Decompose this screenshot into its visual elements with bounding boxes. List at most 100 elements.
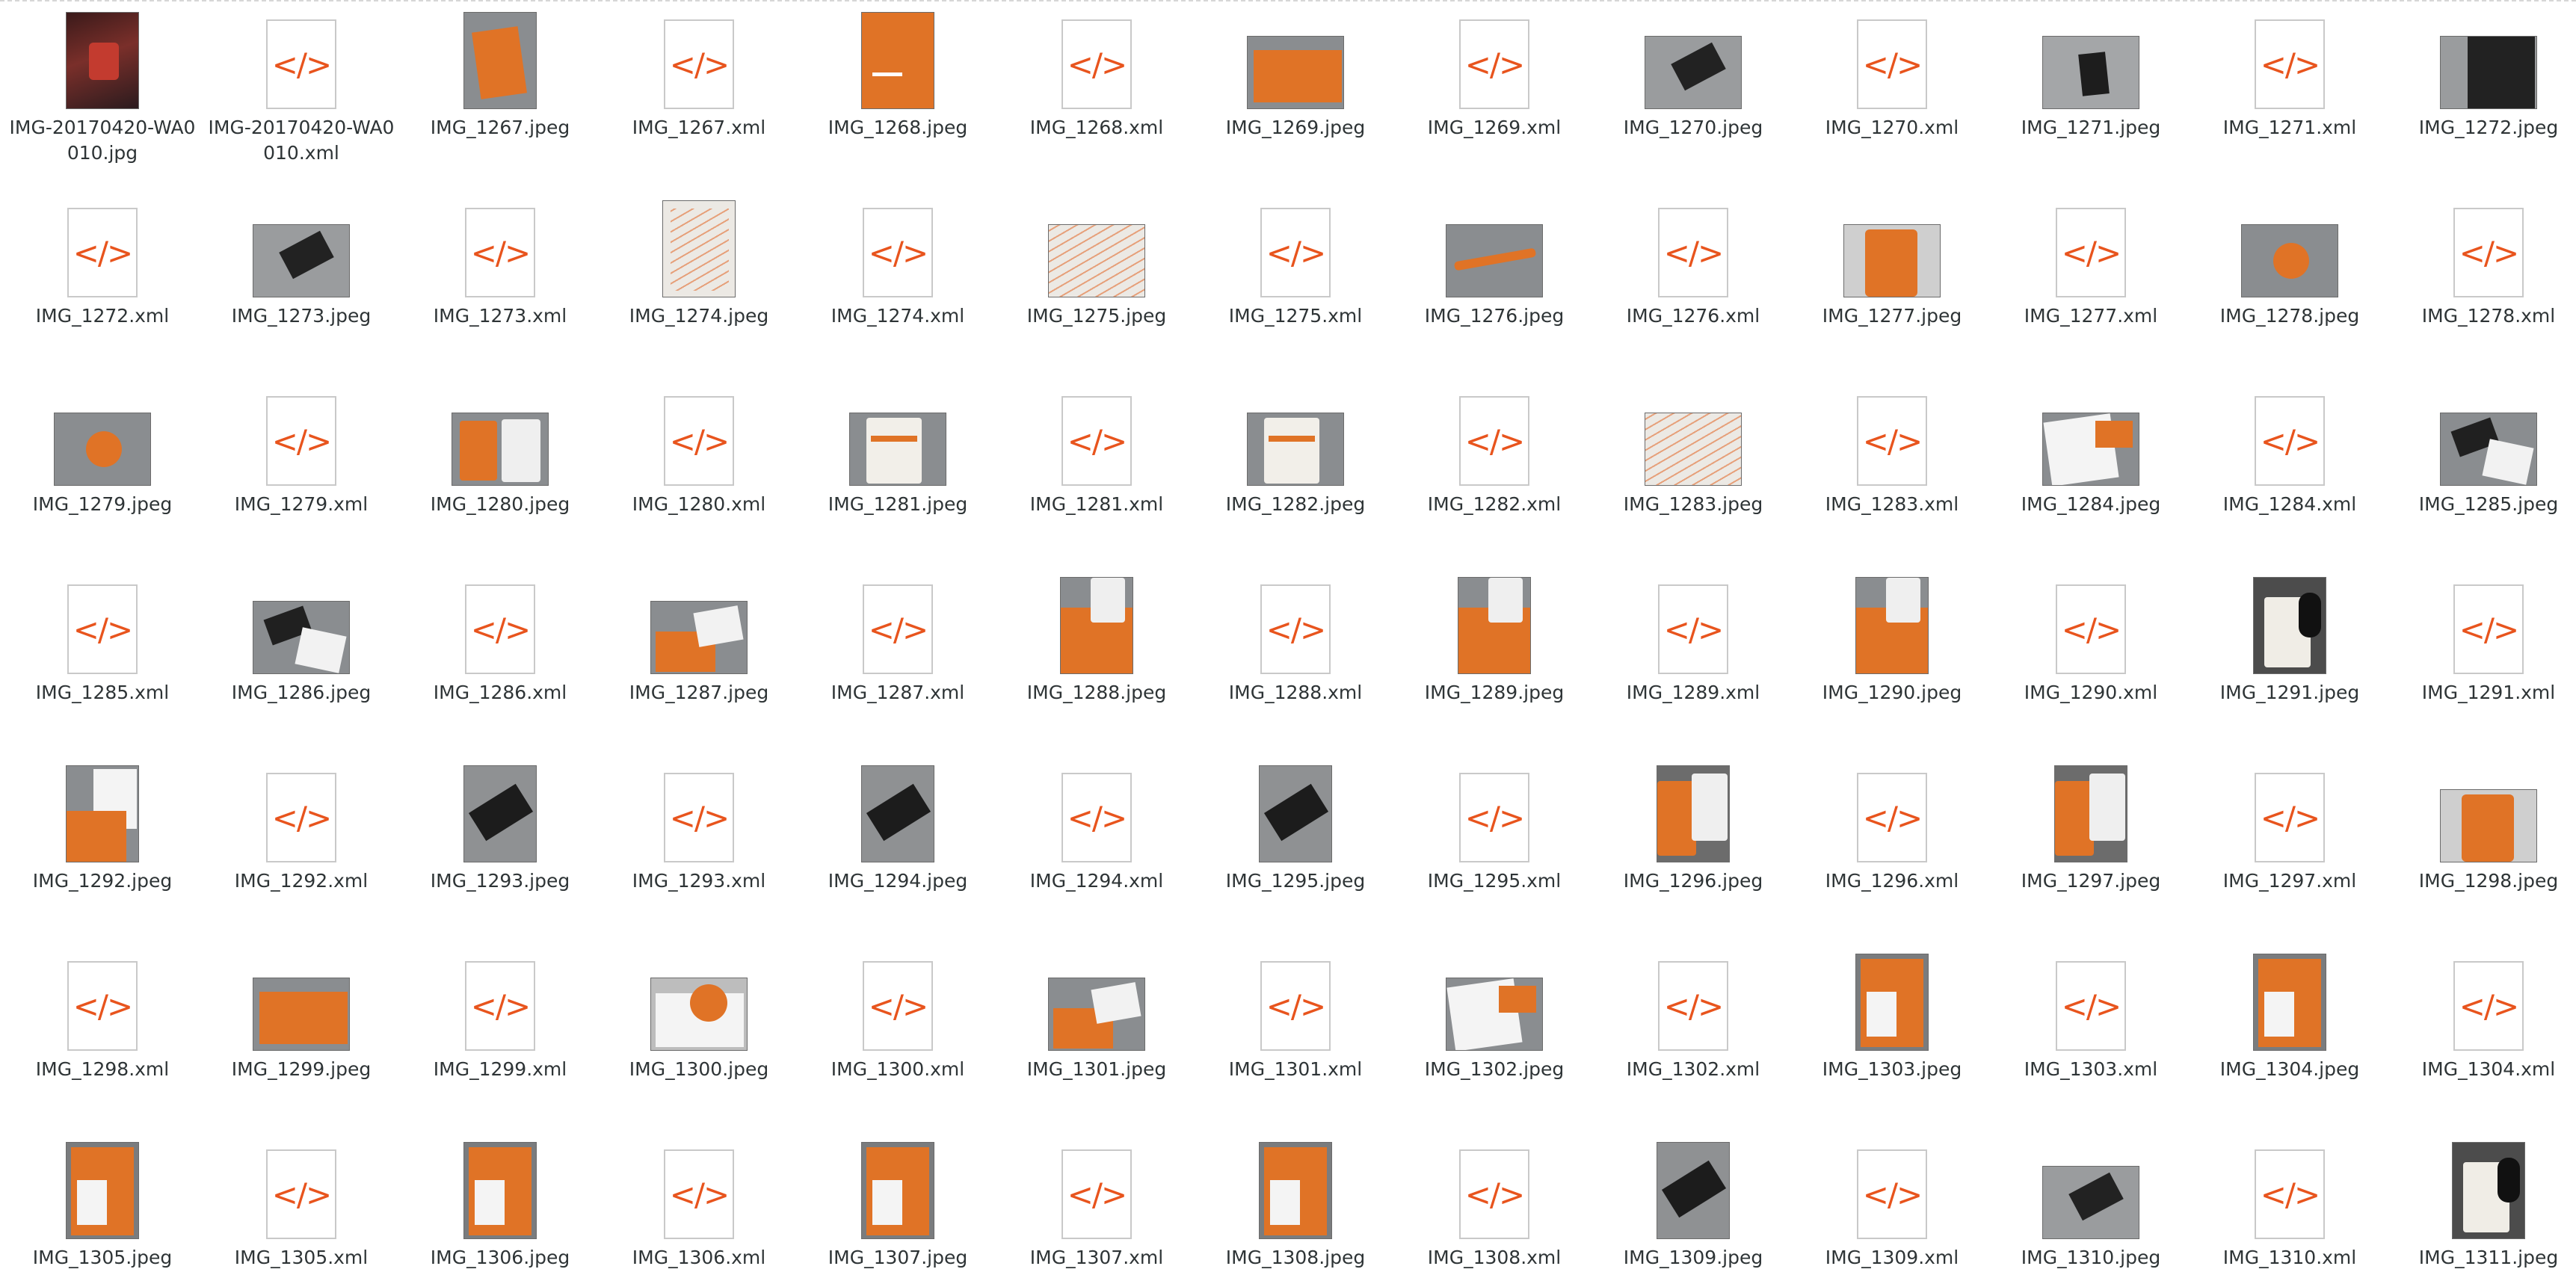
image-file-item[interactable]: IMG_1294.jpeg: [798, 758, 997, 946]
image-file-item[interactable]: IMG_1276.jpeg: [1395, 193, 1594, 381]
image-file-item[interactable]: IMG_1304.jpeg: [2190, 946, 2389, 1134]
image-thumbnail: [861, 1142, 934, 1239]
image-file-item[interactable]: IMG_1268.jpeg: [798, 4, 997, 193]
xml-file-item[interactable]: </> IMG_1281.xml: [997, 381, 1196, 569]
image-file-item[interactable]: IMG_1291.jpeg: [2190, 569, 2389, 758]
xml-file-item[interactable]: </> IMG_1298.xml: [3, 946, 202, 1134]
image-file-item[interactable]: IMG_1272.jpeg: [2389, 4, 2576, 193]
xml-file-item[interactable]: </> IMG_1293.xml: [600, 758, 798, 946]
image-file-item[interactable]: IMG_1298.jpeg: [2389, 758, 2576, 946]
image-file-item[interactable]: IMG_1302.jpeg: [1395, 946, 1594, 1134]
xml-file-item[interactable]: </> IMG_1277.xml: [1991, 193, 2190, 381]
xml-file-item[interactable]: </> IMG_1299.xml: [401, 946, 600, 1134]
image-file-item[interactable]: IMG_1292.jpeg: [3, 758, 202, 946]
xml-file-item[interactable]: </> IMG_1284.xml: [2190, 381, 2389, 569]
xml-file-item[interactable]: </> IMG_1276.xml: [1594, 193, 1793, 381]
image-file-item[interactable]: IMG_1278.jpeg: [2190, 193, 2389, 381]
xml-file-item[interactable]: </> IMG_1292.xml: [202, 758, 401, 946]
xml-file-item[interactable]: </> IMG_1289.xml: [1594, 569, 1793, 758]
xml-file-item[interactable]: </> IMG_1275.xml: [1196, 193, 1395, 381]
image-file-item[interactable]: IMG_1270.jpeg: [1594, 4, 1793, 193]
xml-file-item[interactable]: </> IMG_1274.xml: [798, 193, 997, 381]
thumbnail-detail: [2273, 243, 2309, 279]
image-file-item[interactable]: IMG_1286.jpeg: [202, 569, 401, 758]
xml-file-item[interactable]: </> IMG_1309.xml: [1793, 1134, 1991, 1275]
xml-file-item[interactable]: </> IMG_1286.xml: [401, 569, 600, 758]
xml-file-item[interactable]: </> IMG_1268.xml: [997, 4, 1196, 193]
xml-file-item[interactable]: </> IMG_1302.xml: [1594, 946, 1793, 1134]
xml-file-item[interactable]: </> IMG_1297.xml: [2190, 758, 2389, 946]
image-file-item[interactable]: IMG_1306.jpeg: [401, 1134, 600, 1275]
xml-file-item[interactable]: </> IMG_1304.xml: [2389, 946, 2576, 1134]
xml-file-item[interactable]: </> IMG_1287.xml: [798, 569, 997, 758]
xml-file-item[interactable]: </> IMG_1306.xml: [600, 1134, 798, 1275]
xml-file-item[interactable]: </> IMG_1267.xml: [600, 4, 798, 193]
image-file-item[interactable]: IMG_1309.jpeg: [1594, 1134, 1793, 1275]
image-file-item[interactable]: IMG_1297.jpeg: [1991, 758, 2190, 946]
xml-file-item[interactable]: </> IMG_1271.xml: [2190, 4, 2389, 193]
xml-file-item[interactable]: </> IMG_1305.xml: [202, 1134, 401, 1275]
image-file-item[interactable]: IMG_1269.jpeg: [1196, 4, 1395, 193]
xml-file-item[interactable]: </> IMG_1303.xml: [1991, 946, 2190, 1134]
xml-file-item[interactable]: </> IMG_1273.xml: [401, 193, 600, 381]
image-file-item[interactable]: IMG_1307.jpeg: [798, 1134, 997, 1275]
xml-file-item[interactable]: </> IMG_1288.xml: [1196, 569, 1395, 758]
image-file-item[interactable]: IMG_1289.jpeg: [1395, 569, 1594, 758]
xml-file-item[interactable]: </> IMG_1282.xml: [1395, 381, 1594, 569]
xml-file-item[interactable]: </> IMG_1310.xml: [2190, 1134, 2389, 1275]
image-file-item[interactable]: IMG_1308.jpeg: [1196, 1134, 1395, 1275]
xml-file-icon: </>: [1857, 396, 1927, 486]
image-file-item[interactable]: IMG_1301.jpeg: [997, 946, 1196, 1134]
image-file-item[interactable]: IMG_1305.jpeg: [3, 1134, 202, 1275]
xml-file-item[interactable]: </> IMG_1272.xml: [3, 193, 202, 381]
xml-file-item[interactable]: </> IMG_1295.xml: [1395, 758, 1594, 946]
thumbnail-detail: [1254, 50, 1342, 102]
image-file-item[interactable]: IMG_1283.jpeg: [1594, 381, 1793, 569]
image-file-item[interactable]: IMG_1280.jpeg: [401, 381, 600, 569]
image-file-item[interactable]: IMG_1300.jpeg: [600, 946, 798, 1134]
xml-file-item[interactable]: </> IMG_1307.xml: [997, 1134, 1196, 1275]
file-name-label: IMG_1284.xml: [2222, 493, 2357, 515]
xml-file-item[interactable]: </> IMG_1291.xml: [2389, 569, 2576, 758]
image-file-item[interactable]: IMG_1285.jpeg: [2389, 381, 2576, 569]
xml-file-item[interactable]: </> IMG_1278.xml: [2389, 193, 2576, 381]
xml-file-item[interactable]: </> IMG_1280.xml: [600, 381, 798, 569]
xml-file-item[interactable]: </> IMG_1294.xml: [997, 758, 1196, 946]
image-file-item[interactable]: IMG_1267.jpeg: [401, 4, 600, 193]
image-file-item[interactable]: IMG_1275.jpeg: [997, 193, 1196, 381]
image-file-item[interactable]: IMG_1311.jpeg: [2389, 1134, 2576, 1275]
image-file-item[interactable]: IMG_1274.jpeg: [600, 193, 798, 381]
image-file-item[interactable]: IMG_1281.jpeg: [798, 381, 997, 569]
xml-file-icon: </>: [1857, 1149, 1927, 1239]
image-file-item[interactable]: IMG_1284.jpeg: [1991, 381, 2190, 569]
thumbnail-area: </>: [1991, 202, 2190, 302]
image-file-item[interactable]: IMG_1303.jpeg: [1793, 946, 1991, 1134]
file-name-label: IMG_1299.jpeg: [231, 1058, 372, 1080]
image-file-item[interactable]: IMG_1310.jpeg: [1991, 1134, 2190, 1275]
image-file-item[interactable]: IMG_1293.jpeg: [401, 758, 600, 946]
file-name-label: IMG_1292.xml: [234, 870, 369, 892]
image-file-item[interactable]: IMG_1295.jpeg: [1196, 758, 1395, 946]
image-file-item[interactable]: IMG_1277.jpeg: [1793, 193, 1991, 381]
xml-file-item[interactable]: </> IMG_1308.xml: [1395, 1134, 1594, 1275]
image-file-item[interactable]: IMG_1279.jpeg: [3, 381, 202, 569]
xml-file-item[interactable]: </> IMG_1301.xml: [1196, 946, 1395, 1134]
image-file-item[interactable]: IMG_1296.jpeg: [1594, 758, 1793, 946]
xml-file-item[interactable]: </> IMG_1279.xml: [202, 381, 401, 569]
image-file-item[interactable]: IMG_1299.jpeg: [202, 946, 401, 1134]
image-file-item[interactable]: IMG_1288.jpeg: [997, 569, 1196, 758]
xml-file-item[interactable]: </> IMG_1269.xml: [1395, 4, 1594, 193]
xml-file-item[interactable]: </> IMG_1300.xml: [798, 946, 997, 1134]
image-file-item[interactable]: IMG_1290.jpeg: [1793, 569, 1991, 758]
xml-file-item[interactable]: </> IMG_1285.xml: [3, 569, 202, 758]
image-file-item[interactable]: IMG_1282.jpeg: [1196, 381, 1395, 569]
xml-file-item[interactable]: </> IMG_1270.xml: [1793, 4, 1991, 193]
image-file-item[interactable]: IMG_1271.jpeg: [1991, 4, 2190, 193]
image-file-item[interactable]: IMG-20170420-WA0010.jpg: [3, 4, 202, 193]
image-file-item[interactable]: IMG_1273.jpeg: [202, 193, 401, 381]
xml-file-item[interactable]: </> IMG_1290.xml: [1991, 569, 2190, 758]
image-file-item[interactable]: IMG_1287.jpeg: [600, 569, 798, 758]
xml-file-item[interactable]: </> IMG_1283.xml: [1793, 381, 1991, 569]
xml-file-item[interactable]: </> IMG_1296.xml: [1793, 758, 1991, 946]
xml-file-item[interactable]: </> IMG-20170420-WA0010.xml: [202, 4, 401, 193]
